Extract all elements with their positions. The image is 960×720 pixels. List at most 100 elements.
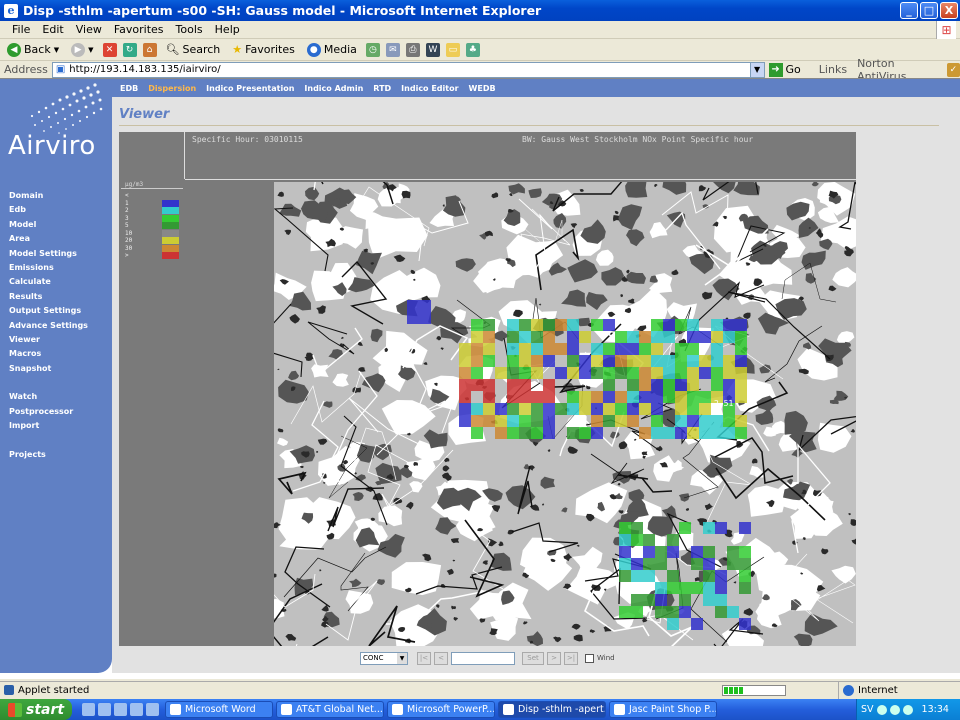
print-icon[interactable]: ⎙ [405, 42, 420, 57]
norton-icon[interactable]: ✓ [946, 62, 960, 77]
address-input[interactable]: ▣ http://193.14.183.135/iairviro/ ▼ [51, 61, 765, 78]
tab-indico-admin[interactable]: Indico Admin [304, 84, 363, 93]
sidebar-item-advance-settings[interactable]: Advance Settings [9, 319, 88, 333]
set-button[interactable]: Set [522, 651, 544, 665]
minimize-button[interactable]: _ [900, 2, 918, 19]
legend-label: 3 [125, 214, 129, 222]
start-button[interactable]: start [0, 699, 72, 720]
sidebar-item-calculate[interactable]: Calculate [9, 275, 88, 289]
next-button[interactable]: > [547, 651, 561, 665]
sidebar-item-output-settings[interactable]: Output Settings [9, 304, 88, 318]
sidebar-item-model[interactable]: Model [9, 218, 88, 232]
history-icon[interactable]: ◷ [365, 42, 380, 57]
language-indicator[interactable]: SV [861, 704, 874, 715]
menu-edit[interactable]: Edit [36, 23, 69, 36]
address-bar: Address ▣ http://193.14.183.135/iairviro… [0, 57, 960, 83]
first-button[interactable]: |< [417, 651, 431, 665]
task-att[interactable]: AT&T Global Net... [276, 701, 384, 718]
sidebar-spacer [9, 376, 88, 390]
wind-checkbox[interactable] [585, 653, 594, 663]
mode-select-value: CONC [363, 653, 384, 662]
mail-icon[interactable]: ✉ [385, 42, 400, 57]
menu-favorites[interactable]: Favorites [108, 23, 170, 36]
sidebar-item-import[interactable]: Import [9, 419, 88, 433]
menu-tools[interactable]: Tools [170, 23, 209, 36]
legend-row: 1 [125, 199, 179, 208]
star-icon: ★ [232, 43, 243, 56]
legend-row: 2 [125, 207, 179, 215]
menu-view[interactable]: View [70, 23, 108, 36]
tab-wedb[interactable]: WEDB [469, 84, 496, 93]
sidebar-item-projects[interactable]: Projects [9, 448, 88, 462]
tab-rtd[interactable]: RTD [373, 84, 391, 93]
chevron-down-icon[interactable]: ▼ [88, 46, 93, 54]
last-button[interactable]: >| [564, 651, 578, 665]
time-input[interactable] [451, 651, 515, 665]
maximize-button[interactable]: □ [920, 2, 938, 19]
refresh-icon[interactable]: ↻ [122, 42, 137, 57]
tab-dispersion[interactable]: Dispersion [148, 84, 196, 93]
tab-indico-presentation[interactable]: Indico Presentation [206, 84, 294, 93]
sidebar-item-domain[interactable]: Domain [9, 189, 88, 203]
sidebar-item-macros[interactable]: Macros [9, 347, 88, 361]
logo-swoosh-icon [30, 83, 103, 134]
back-button[interactable]: ◀ Back ▼ [4, 42, 62, 57]
tray-icon[interactable] [876, 704, 887, 715]
quick-launch-icon[interactable] [98, 703, 111, 716]
sidebar-item-model-settings[interactable]: Model Settings [9, 247, 88, 261]
sidebar: Airviro Domain Edb Model Area Model Sett… [0, 79, 112, 673]
search-button[interactable]: 🔍︎ Search [163, 43, 224, 56]
quick-launch-icon[interactable] [130, 703, 143, 716]
legend-swatch [162, 207, 179, 214]
legend-row: < [125, 192, 132, 200]
favorites-button[interactable]: ★ Favorites [229, 43, 298, 56]
legend: <1 2 3 5 10 20 30 > [125, 192, 179, 260]
discuss-icon[interactable]: ▭ [445, 42, 460, 57]
windows-flag-icon [8, 702, 22, 717]
quick-launch-icon[interactable] [82, 703, 95, 716]
sidebar-item-area[interactable]: Area [9, 232, 88, 246]
tray-icon[interactable] [889, 704, 900, 715]
mode-select[interactable]: CONC ▼ [360, 651, 408, 665]
sidebar-item-snapshot[interactable]: Snapshot [9, 362, 88, 376]
messenger-icon[interactable]: ♣ [465, 42, 480, 57]
sidebar-item-postprocessor[interactable]: Postprocessor [9, 405, 88, 419]
menu-help[interactable]: Help [209, 23, 246, 36]
task-word[interactable]: Microsoft Word [165, 701, 273, 718]
edit-icon[interactable]: W [425, 42, 440, 57]
quick-launch-icon[interactable] [114, 703, 127, 716]
home-icon[interactable]: ⌂ [142, 42, 157, 57]
tab-indico-editor[interactable]: Indico Editor [401, 84, 458, 93]
chevron-down-icon[interactable]: ▼ [749, 62, 764, 77]
chevron-down-icon[interactable]: ▼ [54, 46, 59, 54]
sidebar-item-viewer[interactable]: Viewer [9, 333, 88, 347]
task-powerpoint[interactable]: Microsoft PowerP... [387, 701, 495, 718]
map-value-label: 2.51 [714, 399, 733, 408]
close-button[interactable]: X [940, 2, 958, 19]
legend-swatch [162, 229, 179, 237]
sidebar-item-results[interactable]: Results [9, 290, 88, 304]
chevron-down-icon[interactable]: ▼ [397, 652, 407, 664]
map-canvas[interactable]: 2.51 [274, 182, 856, 646]
go-button[interactable]: ➜ Go [768, 62, 801, 77]
tab-edb[interactable]: EDB [120, 84, 138, 93]
task-browser[interactable]: Disp -sthlm -apert... [498, 701, 606, 718]
go-label: Go [785, 63, 801, 76]
forward-button[interactable]: ▶ ▼ [68, 42, 96, 57]
stop-icon[interactable]: ✕ [102, 42, 117, 57]
tray-icon[interactable] [902, 704, 913, 715]
dispersion-map[interactable]: 2.51 [274, 182, 856, 646]
legend-swatch [162, 244, 179, 252]
legend-unit: µg/m3 [125, 181, 144, 188]
links-button[interactable]: Links [819, 63, 847, 76]
legend-row: 10 [125, 229, 179, 238]
media-button[interactable]: ● Media [304, 42, 360, 57]
task-paintshop[interactable]: Jasc Paint Shop P... [609, 701, 717, 718]
menu-file[interactable]: File [6, 23, 36, 36]
sidebar-item-watch[interactable]: Watch [9, 390, 88, 404]
quick-launch-icon[interactable] [146, 703, 159, 716]
previous-button[interactable]: < [434, 651, 448, 665]
legend-row: > [125, 252, 179, 260]
sidebar-item-emissions[interactable]: Emissions [9, 261, 88, 275]
sidebar-item-edb[interactable]: Edb [9, 203, 88, 217]
